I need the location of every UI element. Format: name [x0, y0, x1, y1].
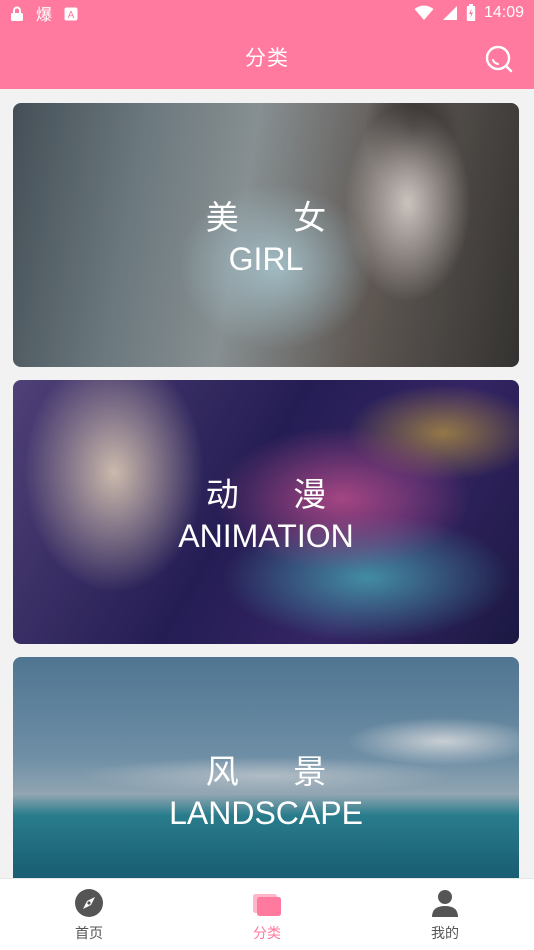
category-title-cn: 动 漫 — [205, 475, 349, 514]
cards-icon — [253, 894, 281, 916]
app-notification-icon: 爆 — [36, 5, 52, 23]
status-left-icons: 爆 A — [10, 5, 78, 23]
category-card-animation[interactable]: 动 漫 ANIMATION — [13, 380, 519, 644]
category-title-en: ANIMATION — [178, 518, 354, 554]
compass-icon — [75, 889, 103, 917]
category-title-cn: 风 景 — [205, 752, 349, 791]
wifi-icon — [414, 5, 434, 20]
search-icon[interactable] — [484, 44, 514, 74]
nav-item-category[interactable]: 分类 — [207, 887, 327, 943]
status-bar: 爆 A 14:09 — [0, 0, 534, 28]
nav-item-mine[interactable]: 我的 — [385, 887, 505, 943]
signal-icon — [442, 6, 457, 20]
person-icon — [432, 890, 458, 917]
lock-icon — [11, 6, 23, 21]
category-card-landscape[interactable]: 风 景 LANDSCAPE — [13, 657, 519, 878]
status-time: 14:09 — [483, 4, 524, 21]
category-list: 美 女 GIRL 动 漫 ANIMATION 风 景 LANDSCAPE — [0, 89, 534, 878]
svg-text:A: A — [68, 10, 75, 21]
category-title-en: GIRL — [228, 241, 304, 277]
category-title-en: LANDSCAPE — [169, 795, 363, 831]
a-icon: A — [64, 7, 78, 21]
page-title: 分类 — [245, 46, 289, 70]
category-title-cn: 美 女 — [205, 198, 349, 237]
bottom-nav: 首页 分类 我的 — [0, 878, 534, 950]
nav-item-home[interactable]: 首页 — [29, 887, 149, 943]
status-right-icons: 14:09 — [414, 4, 524, 22]
app-root: 爆 A 14:09 分类 美 女 GIRL 动 漫 ANIMATION 风 景 … — [0, 0, 534, 950]
app-header: 分类 — [0, 28, 534, 89]
nav-label: 分类 — [253, 926, 281, 942]
nav-label: 我的 — [431, 926, 459, 942]
category-card-girl[interactable]: 美 女 GIRL — [13, 103, 519, 367]
nav-label: 首页 — [75, 926, 103, 942]
svg-text:爆: 爆 — [36, 5, 52, 23]
battery-icon — [466, 4, 476, 21]
